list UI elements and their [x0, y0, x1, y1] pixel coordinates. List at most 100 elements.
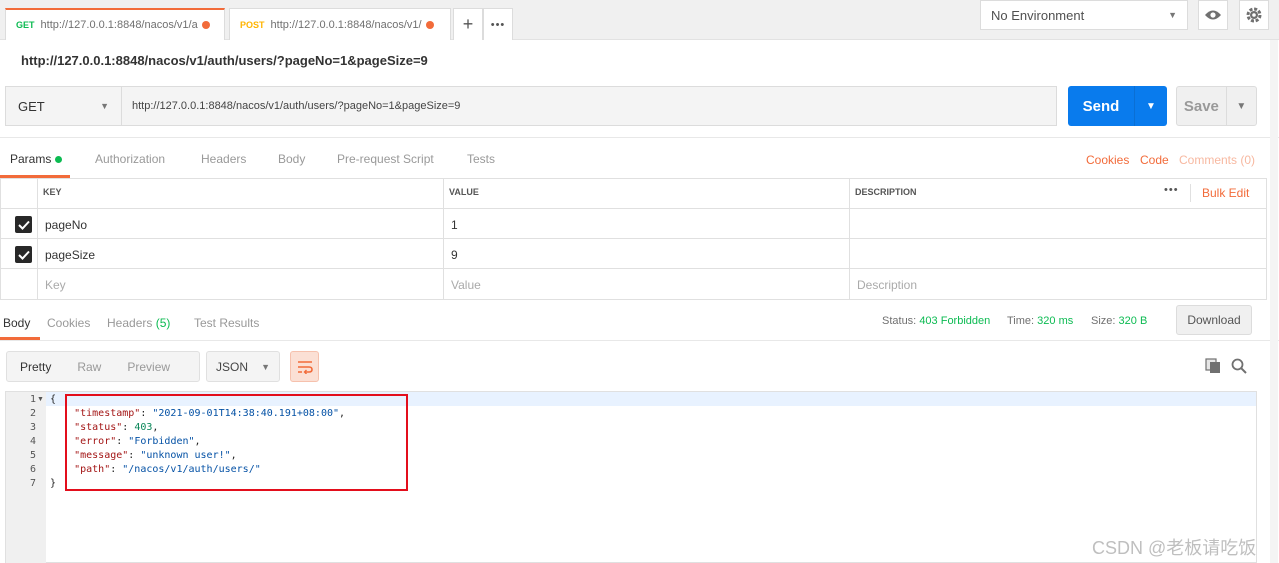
view-preview-button[interactable]: Preview	[114, 360, 183, 374]
response-tab-cookies[interactable]: Cookies	[47, 316, 90, 330]
environment-value: No Environment	[991, 7, 1085, 23]
cookies-link[interactable]: Cookies	[1086, 153, 1129, 167]
environment-select[interactable]: No Environment ▼	[980, 0, 1188, 30]
code-link[interactable]: Code	[1140, 153, 1169, 167]
download-button[interactable]: Download	[1176, 305, 1252, 335]
line-number: 4	[29, 436, 36, 447]
time-value: 320 ms	[1037, 315, 1074, 327]
request-tab-post[interactable]: POST http://127.0.0.1:8848/nacos/v1/	[229, 8, 451, 40]
tab-body[interactable]: Body	[278, 152, 305, 166]
search-button[interactable]	[1231, 358, 1247, 377]
response-tab-headers[interactable]: Headers (5)	[107, 316, 170, 330]
tab-headers[interactable]: Headers	[201, 152, 246, 166]
code-line: {	[50, 394, 57, 405]
tab-method: GET	[16, 20, 35, 30]
save-label: Save	[1183, 97, 1219, 115]
line-number: 1	[29, 394, 36, 405]
column-header-description: DESCRIPTION	[855, 187, 917, 197]
response-tab-body[interactable]: Body	[3, 316, 30, 330]
header-divider	[1190, 184, 1191, 202]
tab-pre-request-script[interactable]: Pre-request Script	[337, 152, 434, 166]
tab-authorization[interactable]: Authorization	[95, 152, 165, 166]
tab-tests[interactable]: Tests	[467, 152, 495, 166]
param-checkbox[interactable]	[15, 246, 32, 263]
tab-url: http://127.0.0.1:8848/nacos/v1/a	[40, 19, 198, 31]
params-active-dot-icon	[55, 156, 63, 164]
headers-count-badge: (5)	[155, 316, 171, 330]
table-divider	[0, 208, 1267, 209]
checkmark-icon	[17, 220, 30, 230]
line-number: 5	[29, 450, 36, 461]
url-value: http://127.0.0.1:8848/nacos/v1/auth/user…	[132, 100, 461, 112]
new-param-key-input[interactable]: Key	[45, 278, 66, 292]
line-number: 6	[29, 464, 36, 475]
param-key[interactable]: pageSize	[45, 248, 95, 262]
save-button[interactable]: Save ▼	[1176, 86, 1257, 126]
send-button[interactable]: Send ▼	[1068, 86, 1167, 126]
param-key[interactable]: pageNo	[45, 218, 87, 232]
chevron-down-icon: ▼	[1168, 10, 1177, 20]
response-divider	[0, 340, 1279, 341]
tab-method: POST	[240, 19, 265, 30]
params-more-icon[interactable]: •••	[1164, 184, 1179, 196]
comments-link[interactable]: Comments (0)	[1179, 153, 1255, 167]
environment-settings-button[interactable]	[1239, 0, 1269, 30]
environment-quick-look-button[interactable]	[1198, 0, 1228, 30]
param-value[interactable]: 9	[451, 248, 458, 262]
new-param-description-input[interactable]: Description	[857, 278, 917, 292]
gear-icon	[1246, 7, 1262, 23]
column-header-key: KEY	[43, 187, 62, 197]
code-line: }	[50, 478, 57, 489]
new-tab-plus-icon[interactable]: +	[453, 8, 483, 40]
view-pretty-button[interactable]: Pretty	[7, 360, 64, 374]
line-number: 7	[29, 478, 36, 489]
response-time: Time: 320 ms	[1007, 315, 1074, 327]
table-divider	[849, 178, 850, 299]
param-checkbox[interactable]	[15, 216, 32, 233]
response-tab-test-results[interactable]: Test Results	[194, 316, 259, 330]
view-raw-button[interactable]: Raw	[64, 360, 114, 374]
unsaved-dot-icon	[201, 21, 210, 29]
body-view-mode-group: Pretty Raw Preview	[6, 351, 200, 382]
table-divider	[0, 268, 1267, 269]
param-value[interactable]: 1	[451, 218, 458, 232]
copy-button[interactable]	[1205, 358, 1221, 377]
wrap-lines-icon	[297, 360, 313, 374]
watermark: CSDN @老板请吃饭	[1092, 538, 1257, 558]
highlight-annotation-box	[65, 394, 408, 491]
fold-chevron-icon[interactable]: ▼	[37, 396, 44, 403]
eye-icon	[1205, 10, 1221, 20]
response-size: Size: 320 B	[1091, 315, 1148, 327]
response-status: Status: 403 Forbidden	[882, 315, 991, 327]
unsaved-dot-icon	[425, 20, 434, 29]
chevron-down-icon: ▼	[100, 101, 109, 111]
line-number: 3	[29, 422, 36, 433]
vertical-scrollbar[interactable]	[1270, 40, 1278, 563]
bulk-edit-link[interactable]: Bulk Edit	[1202, 186, 1249, 200]
copy-icon	[1205, 358, 1220, 373]
chevron-down-icon: ▼	[261, 361, 270, 372]
table-divider	[443, 178, 444, 299]
save-options-chevron-icon[interactable]: ▼	[1227, 101, 1256, 112]
send-label: Send	[1082, 97, 1120, 115]
method-value: GET	[18, 98, 45, 114]
line-number: 2	[29, 408, 36, 419]
column-header-value: VALUE	[449, 187, 479, 197]
url-input[interactable]: http://127.0.0.1:8848/nacos/v1/auth/user…	[122, 86, 1057, 126]
tab-more-icon[interactable]: •••	[483, 8, 513, 40]
params-table	[0, 178, 1267, 300]
size-value: 320 B	[1118, 315, 1148, 327]
status-value: 403 Forbidden	[919, 315, 991, 327]
method-select[interactable]: GET ▼	[5, 86, 122, 126]
search-icon	[1231, 358, 1247, 374]
wrap-lines-button[interactable]	[290, 351, 319, 382]
request-title: http://127.0.0.1:8848/nacos/v1/auth/user…	[21, 53, 428, 68]
send-options-chevron-icon[interactable]: ▼	[1135, 101, 1167, 112]
format-select[interactable]: JSON ▼	[206, 351, 280, 382]
new-param-value-input[interactable]: Value	[451, 278, 481, 292]
checkmark-icon	[17, 250, 30, 260]
table-divider	[0, 238, 1267, 239]
request-tab-get[interactable]: GET http://127.0.0.1:8848/nacos/v1/a	[5, 8, 225, 40]
tab-url: http://127.0.0.1:8848/nacos/v1/	[270, 18, 422, 31]
tab-params[interactable]: Params	[10, 152, 63, 166]
